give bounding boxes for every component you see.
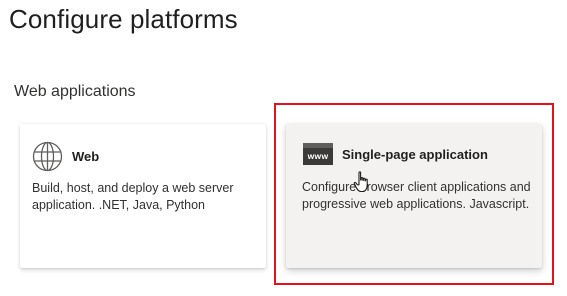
card-description-web: Build, host, and deploy a web server app…	[32, 181, 234, 212]
www-icon-text: www	[303, 148, 333, 165]
globe-icon	[32, 141, 63, 172]
platform-card-single-page-application[interactable]: www Single-page application Configure br…	[286, 124, 542, 268]
section-title: Web applications	[14, 83, 136, 100]
page-title: Configure platforms	[9, 4, 238, 34]
card-description-spa: Configure browser client applications an…	[302, 180, 531, 211]
platform-card-web[interactable]: Web Build, host, and deploy a web server…	[20, 124, 266, 268]
card-title-web: Web	[72, 149, 100, 164]
www-icon: www	[303, 143, 333, 165]
card-header: Web	[32, 141, 99, 172]
card-title-spa: Single-page application	[342, 146, 488, 162]
configure-platforms-panel: Configure platforms Web applications Web…	[0, 0, 567, 296]
card-header: www Single-page application	[303, 143, 488, 165]
